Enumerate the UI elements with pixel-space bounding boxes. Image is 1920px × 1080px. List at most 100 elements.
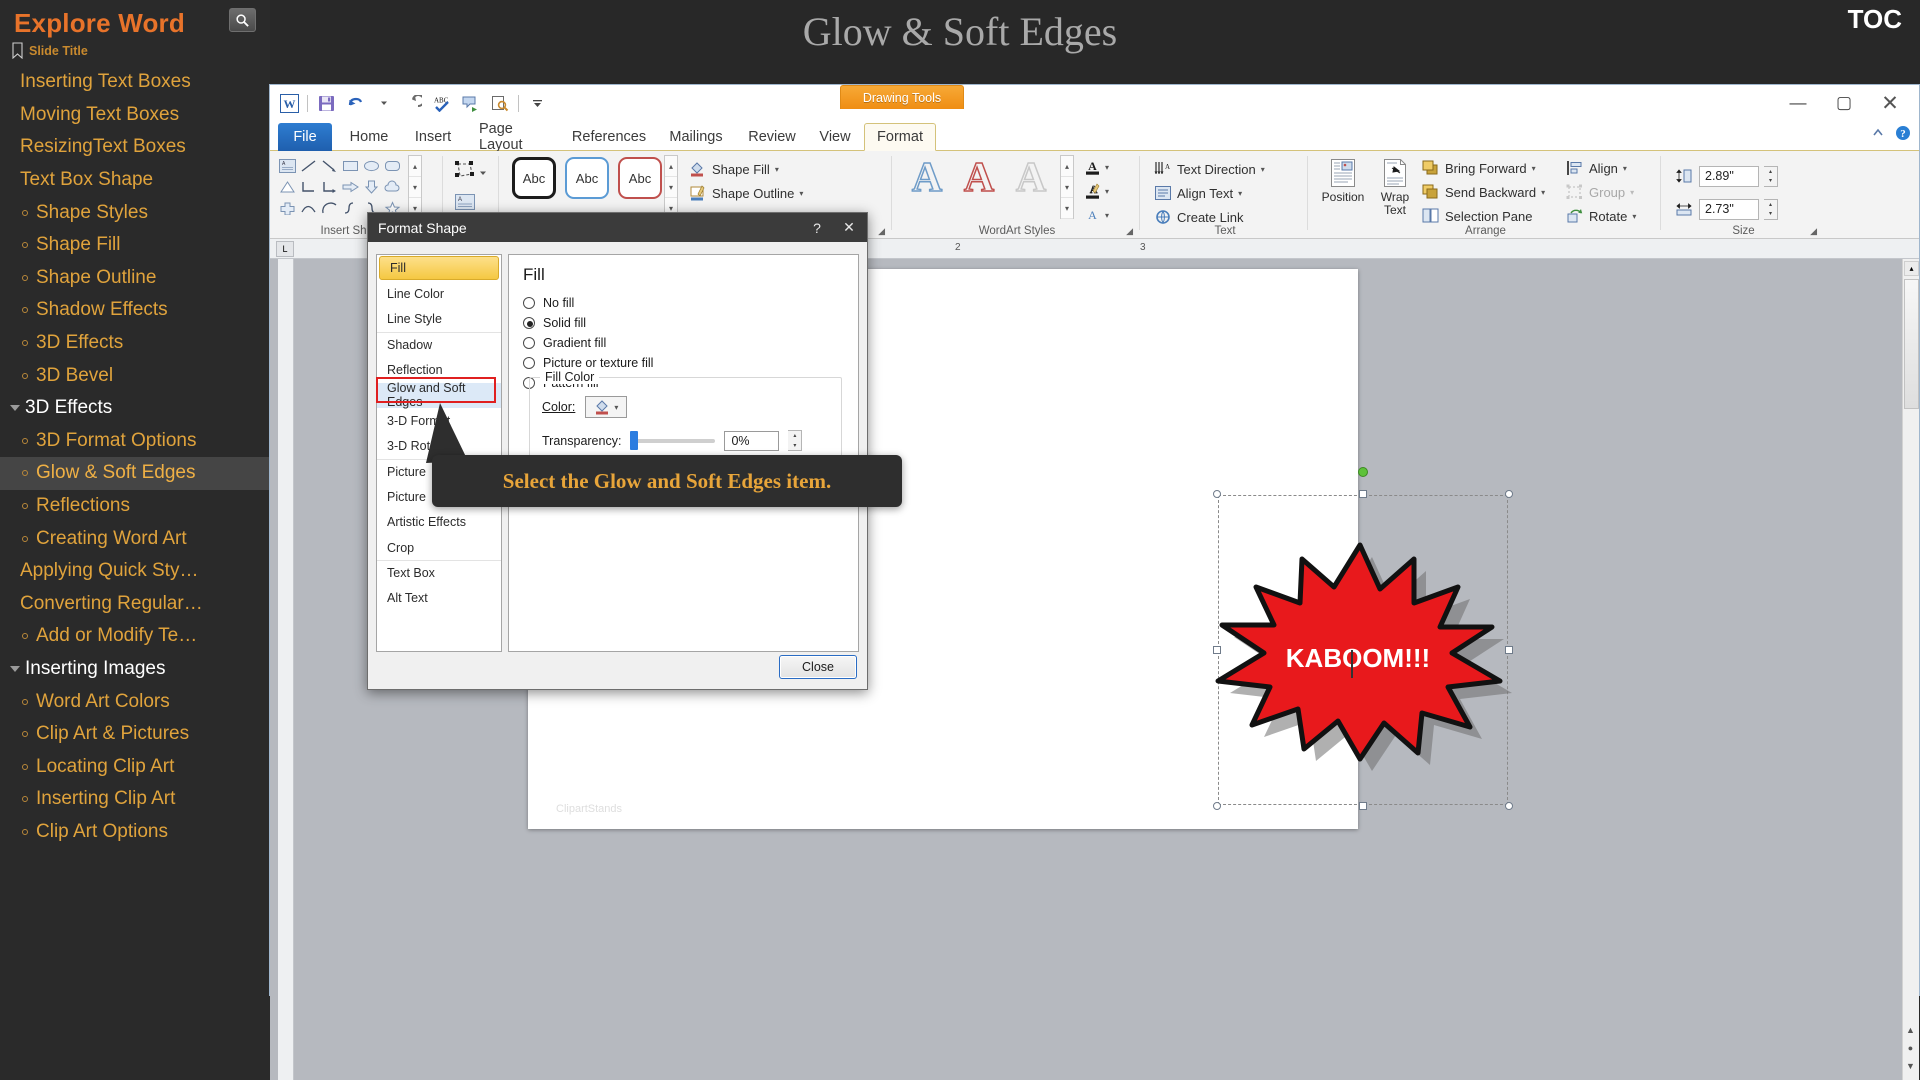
text-effects-button[interactable]: A ▾ xyxy=(1083,203,1109,227)
dialog-nav-item-crop[interactable]: Crop xyxy=(377,535,501,560)
wordart-preset-1[interactable]: A xyxy=(955,154,1003,202)
sidebar-item-clip-art-pictures[interactable]: Clip Art & Pictures xyxy=(0,718,270,751)
shapes-scroll-down-icon[interactable]: ▾ xyxy=(409,177,421,198)
sidebar-item-add-or-modify-te[interactable]: Add or Modify Te… xyxy=(0,620,270,653)
sidebar-item-moving-text-boxes[interactable]: Moving Text Boxes xyxy=(0,99,270,132)
tab-selector-button[interactable]: L xyxy=(276,241,294,257)
text-outline-button[interactable]: A ▾ xyxy=(1083,179,1109,203)
tab-view[interactable]: View xyxy=(810,123,860,151)
sidebar-item-reflections[interactable]: Reflections xyxy=(0,490,270,523)
dialog-close-icon[interactable]: ✕ xyxy=(833,213,865,242)
sidebar-item-creating-word-art[interactable]: Creating Word Art xyxy=(0,522,270,555)
resize-handle-n[interactable] xyxy=(1359,490,1367,498)
edit-shape-icon[interactable] xyxy=(452,157,478,183)
transparency-stepper[interactable]: ▴ ▾ xyxy=(788,430,803,451)
minimize-button[interactable]: — xyxy=(1775,89,1821,117)
previous-page-icon[interactable]: ▲ xyxy=(1902,1021,1919,1039)
shape-outline-caret-icon[interactable]: ▾ xyxy=(799,189,803,198)
align-text-caret-icon[interactable]: ▾ xyxy=(1238,189,1242,198)
fill-color-caret-icon[interactable]: ▾ xyxy=(614,403,618,412)
shape-oval-icon[interactable] xyxy=(362,155,381,176)
shape-height-stepper[interactable]: ▴ ▾ xyxy=(1764,165,1778,187)
text-effects-caret-icon[interactable]: ▾ xyxy=(1105,211,1109,220)
print-preview-icon[interactable] xyxy=(489,92,511,114)
styles-scroll-down-icon[interactable]: ▾ xyxy=(665,177,677,198)
transparency-input[interactable]: 0% xyxy=(724,430,780,451)
transparency-slider[interactable] xyxy=(630,430,716,450)
shape-styles-dialog-launcher[interactable]: ◢ xyxy=(878,226,885,237)
sidebar-item-converting-regular[interactable]: Converting Regular… xyxy=(0,588,270,621)
sidebar-item-applying-quick-sty[interactable]: Applying Quick Sty… xyxy=(0,555,270,588)
fill-option-solid-fill[interactable]: Solid fill xyxy=(523,313,844,333)
wordart-preset-2[interactable]: A xyxy=(1007,154,1055,202)
shape-width-input[interactable]: 2.73" xyxy=(1699,198,1759,220)
shape-line-icon[interactable] xyxy=(299,155,318,176)
wrap-text-button[interactable]: Wrap Text xyxy=(1371,155,1419,216)
dialog-nav-item-line-color[interactable]: Line Color xyxy=(377,281,501,306)
dialog-help-button[interactable]: ? xyxy=(801,213,833,242)
word-logo-icon[interactable]: W xyxy=(278,92,300,114)
dialog-nav-item-artistic-effects[interactable]: Artistic Effects xyxy=(377,510,501,535)
sidebar-item-locating-clip-art[interactable]: Locating Clip Art xyxy=(0,750,270,783)
styles-scroll-up-icon[interactable]: ▴ xyxy=(665,156,677,177)
tab-file[interactable]: File xyxy=(278,123,332,151)
resize-handle-s[interactable] xyxy=(1359,802,1367,810)
sidebar-item-glow-soft-edges[interactable]: Glow & Soft Edges xyxy=(0,457,270,490)
shape-cloud-icon[interactable] xyxy=(383,176,402,197)
track-changes-icon[interactable] xyxy=(460,92,482,114)
shapes-scroll-up-icon[interactable]: ▴ xyxy=(409,156,421,177)
minimize-ribbon-icon[interactable] xyxy=(1871,126,1885,145)
selected-shape[interactable]: KABOOM!!! xyxy=(1213,467,1513,810)
dialog-nav-item-fill[interactable]: Fill xyxy=(379,256,499,280)
shape-fill-caret-icon[interactable]: ▾ xyxy=(775,165,779,174)
rotation-handle[interactable] xyxy=(1358,467,1368,477)
select-browse-object-icon[interactable]: ● xyxy=(1902,1039,1919,1057)
fill-option-gradient-fill[interactable]: Gradient fill xyxy=(523,333,844,353)
vertical-ruler[interactable] xyxy=(278,259,294,1080)
send-backward-button[interactable]: Send Backward ▾ xyxy=(1421,180,1545,204)
maximize-button[interactable]: ▢ xyxy=(1821,89,1867,117)
wordart-more-icon[interactable]: ▾ xyxy=(1061,198,1073,219)
shape-curve-icon[interactable] xyxy=(299,197,318,218)
shape-styles-gallery[interactable]: Abc Abc Abc xyxy=(512,157,662,199)
shape-triangle-icon[interactable] xyxy=(278,176,297,197)
bring-forward-caret-icon[interactable]: ▾ xyxy=(1532,164,1536,173)
align-text-button[interactable]: Align Text ▾ xyxy=(1153,181,1265,205)
transparency-slider-knob[interactable] xyxy=(630,430,639,450)
shape-styles-scrollbar[interactable]: ▴ ▾ ▾ xyxy=(664,155,678,219)
dialog-nav-item-reflection[interactable]: Reflection xyxy=(377,357,501,382)
shape-style-preset-0[interactable]: Abc xyxy=(512,157,556,199)
sidebar-item-3d-effects[interactable]: 3D Effects xyxy=(0,392,270,425)
dialog-nav-item-line-style[interactable]: Line Style xyxy=(377,306,501,331)
sidebar-item-shape-outline[interactable]: Shape Outline xyxy=(0,262,270,295)
wordart-dialog-launcher[interactable]: ◢ xyxy=(1126,226,1133,237)
chevron-down-icon[interactable] xyxy=(10,665,20,672)
dialog-close-button[interactable]: Close xyxy=(779,655,857,679)
text-fill-button[interactable]: A ▾ xyxy=(1083,155,1109,179)
resize-handle-se[interactable] xyxy=(1505,802,1513,810)
tab-mailings[interactable]: Mailings xyxy=(658,123,734,151)
sidebar-item-text-box-shape[interactable]: Text Box Shape xyxy=(0,164,270,197)
shape-style-preset-2[interactable]: Abc xyxy=(618,157,662,199)
align-objects-button[interactable]: Align ▾ xyxy=(1565,156,1636,180)
radio-icon[interactable] xyxy=(523,357,535,369)
tab-home[interactable]: Home xyxy=(338,123,400,151)
shape-right-arrow-icon[interactable] xyxy=(341,176,360,197)
radio-icon[interactable] xyxy=(523,337,535,349)
text-direction-caret-icon[interactable]: ▾ xyxy=(1261,165,1265,174)
position-button[interactable]: Position xyxy=(1319,155,1367,216)
tab-references[interactable]: References xyxy=(564,123,654,151)
sidebar-item-3d-bevel[interactable]: 3D Bevel xyxy=(0,359,270,392)
resize-handle-ne[interactable] xyxy=(1505,490,1513,498)
chevron-down-icon[interactable] xyxy=(10,405,20,412)
spelling-icon[interactable]: ABC xyxy=(431,92,453,114)
customize-qat-caret-icon[interactable] xyxy=(526,92,548,114)
sidebar-item-shape-fill[interactable]: Shape Fill xyxy=(0,229,270,262)
undo-icon[interactable] xyxy=(344,92,366,114)
scroll-up-icon[interactable]: ▴ xyxy=(1904,261,1919,276)
shape-rounded-rect-icon[interactable] xyxy=(383,155,402,176)
dialog-nav-item-text-box[interactable]: Text Box xyxy=(377,560,501,585)
undo-dropdown-caret-icon[interactable] xyxy=(373,92,395,114)
shape-elbow-arrow-icon[interactable] xyxy=(320,176,339,197)
shape-style-preset-1[interactable]: Abc xyxy=(565,157,609,199)
